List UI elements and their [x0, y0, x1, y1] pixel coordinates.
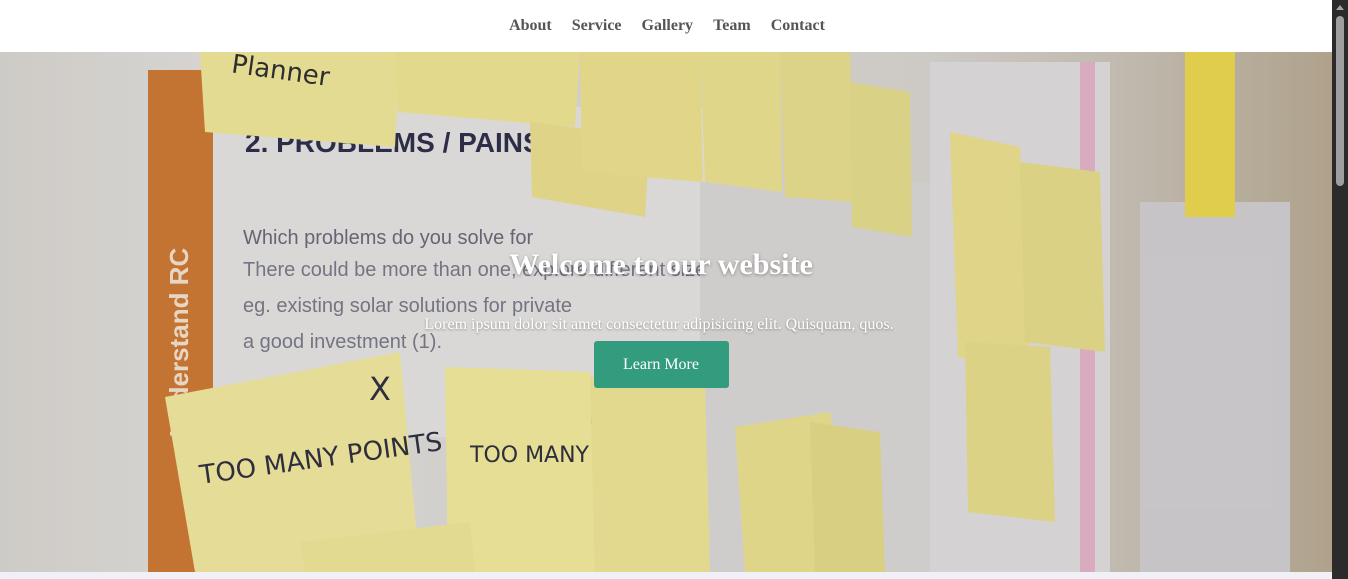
nav-menu: About Service Gallery Team Contact: [509, 17, 825, 35]
hero-content: Welcome to our website Lorem ipsum dolor…: [0, 248, 1332, 388]
nav-link-contact[interactable]: Contact: [771, 17, 825, 34]
nav-link-service[interactable]: Service: [572, 17, 622, 34]
hero-section: Understand RC 2. PROBLEMS / PAINS Which …: [0, 52, 1332, 572]
nav-item-team: Team: [713, 17, 751, 35]
nav-item-gallery: Gallery: [642, 17, 694, 35]
scroll-up-arrow-icon[interactable]: [1336, 5, 1344, 10]
scrollbar-thumb[interactable]: [1336, 16, 1344, 186]
nav-item-service: Service: [572, 17, 622, 35]
top-navbar: About Service Gallery Team Contact: [0, 0, 1332, 52]
nav-item-about: About: [509, 17, 552, 35]
page-scrollbar[interactable]: [1332, 0, 1348, 579]
nav-link-gallery[interactable]: Gallery: [642, 17, 694, 34]
nav-link-team[interactable]: Team: [713, 17, 751, 34]
nav-link-about[interactable]: About: [509, 17, 552, 34]
next-section-edge: [0, 572, 1332, 579]
learn-more-button[interactable]: Learn More: [593, 341, 729, 388]
nav-item-contact: Contact: [771, 17, 825, 35]
hero-subtitle: Lorem ipsum dolor sit amet consectetur a…: [424, 316, 894, 333]
hero-title: Welcome to our website: [509, 248, 813, 281]
